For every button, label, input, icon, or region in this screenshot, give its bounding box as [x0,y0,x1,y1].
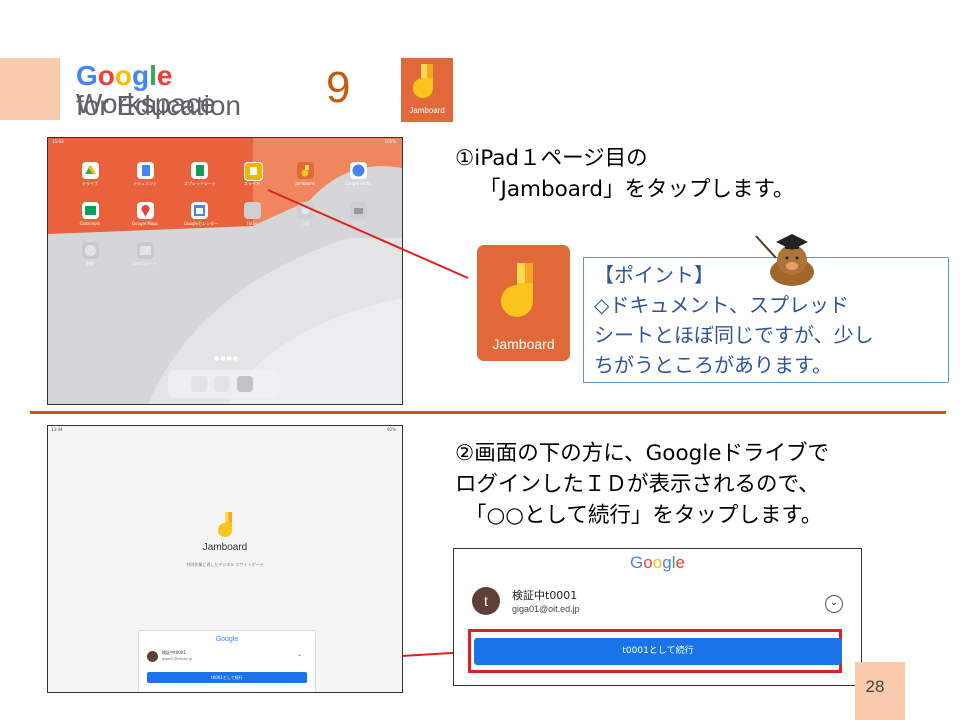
photos-app-icon[interactable] [297,202,314,219]
ipad-home-screenshot: 15:03 100% ドライブ ドキュメント スプレッドシート スライド Jam… [47,137,403,405]
sheets-app-label: スプレッドシート [184,181,216,186]
step1-instruction: ①iPad１ページ目の 「Jamboard」をタップします。 [455,143,794,205]
card-continue-button[interactable]: t0001として続行 [147,672,307,683]
slides-app-label: スライド [244,181,260,186]
zoom-login-panel: Google t 検証中t0001 giga01@oit.ed.jp ⌄ t00… [453,548,862,686]
card-google-logo: Google [215,636,239,643]
step2-line2: ログインしたＩＤが表示されるので、 [455,472,820,497]
calendar-app-icon[interactable] [191,202,208,219]
page-number: 28 [865,677,885,696]
step1-line2: 「Jamboard」をタップします。 [479,177,795,202]
classroom-app-icon[interactable] [82,202,99,219]
jamboard-splash-subtitle: 共同作業に適したデジタル ホワイトボード [186,562,264,567]
step2-line1: ②画面の下の方に、Googleドライブで [455,441,829,466]
jamboard-home-label: Jamboard [295,181,315,186]
jamboard-logo-icon [413,64,433,98]
dock [168,370,280,398]
google-wordmark: Google [76,60,173,91]
login-status-battery: 92% [387,427,396,432]
card-chevron-down-icon[interactable]: ⌄ [297,651,302,658]
clock-app-icon[interactable] [82,242,99,259]
page-number-box: 28 [855,662,905,720]
status-time: 15:03 [52,139,64,144]
camera-app-label: カメラ [352,221,364,226]
zoom-chevron-down-icon[interactable]: ⌄ [825,595,843,613]
jamboard-icon-label: Jamboard [409,106,445,115]
drive-app-label: ドライブ [82,181,98,186]
photos-app-label: 写真 [301,221,309,226]
for-education-text: for Education [76,90,241,121]
step2-instruction: ②画面の下の方に、Googleドライブで ログインしたＩＤが表示されるので、 「… [455,438,829,531]
sheets-app-icon[interactable] [191,162,208,179]
accent-block [0,58,60,120]
status-battery: 100% [384,139,396,144]
classroom-app-label: Classroom [79,221,101,226]
point-line3: ちがうところがあります。 [594,353,832,377]
point-line2: シートとほぼ同じですが、少し [594,323,874,347]
card-account-name: 検証中t0001 [162,650,186,655]
jamboard-splash-title: Jamboard [202,542,248,553]
zoom-avatar: t [472,587,500,615]
login-account-card: Google 検証中t0001 giga01@oit.ed.jp ⌄ t0001… [138,630,316,692]
dock-drive-icon[interactable] [191,376,207,392]
point-line1: ◇ドキュメント、スプレッド [594,293,849,317]
fotos-app-label: Fotos [246,221,258,226]
step2-line3: 「○○として続行」をタップします。 [465,503,823,528]
jamboard-splash-logo-icon [218,512,232,537]
google-workspace-logo: Google Workspace for Education [76,62,316,122]
login-status-time: 13:44 [51,427,63,432]
loilonote-app-icon[interactable] [137,242,154,259]
fotos-app-icon[interactable] [244,202,261,219]
loilonote-app-label: ロイロノート [133,261,157,266]
jamboard-home-icon[interactable] [297,162,314,179]
zoom-google-logo: Google [630,553,685,572]
slides-app-icon[interactable] [244,162,263,181]
dock-docs-icon[interactable] [214,376,230,392]
jamboard-large-icon-label: Jamboard [492,336,555,352]
dock-settings-icon[interactable] [237,376,253,392]
google-earth-app-label: Google Earth [344,181,372,186]
jamboard-login-screenshot: 13:44 92% Jamboard 共同作業に適したデジタル ホワイトボード … [47,425,403,693]
docs-app-icon[interactable] [137,162,154,179]
wallpaper-graphic [48,138,402,404]
maps-app-icon[interactable] [137,202,154,219]
jamboard-app-icon: Jamboard [401,58,453,122]
step1-line1: ①iPad１ページ目の [455,146,648,171]
zoom-continue-button[interactable]: t0001として続行 [474,638,842,665]
mole-teacher-icon [755,234,814,286]
jamboard-large-icon: Jamboard [477,245,570,361]
zoom-account-email: giga01@oit.ed.jp [512,604,580,614]
page-indicator: ●●●● [214,355,239,362]
docs-app-label: ドキュメント [133,181,157,186]
jamboard-large-logo-icon [501,263,533,317]
card-account-email: giga01@oit.ed.jp [162,657,192,661]
clock-app-label: 時計 [86,261,94,266]
section-divider [30,411,946,414]
step-number: 9 [326,63,351,112]
drive-app-icon[interactable] [82,162,99,179]
camera-app-icon[interactable] [350,202,367,219]
google-earth-app-icon[interactable] [350,162,367,179]
maps-app-label: Google Maps [132,221,158,226]
calendar-app-label: Googleカレンダー [184,221,219,226]
zoom-account-name: 検証中t0001 [512,589,578,602]
card-avatar [147,651,158,662]
